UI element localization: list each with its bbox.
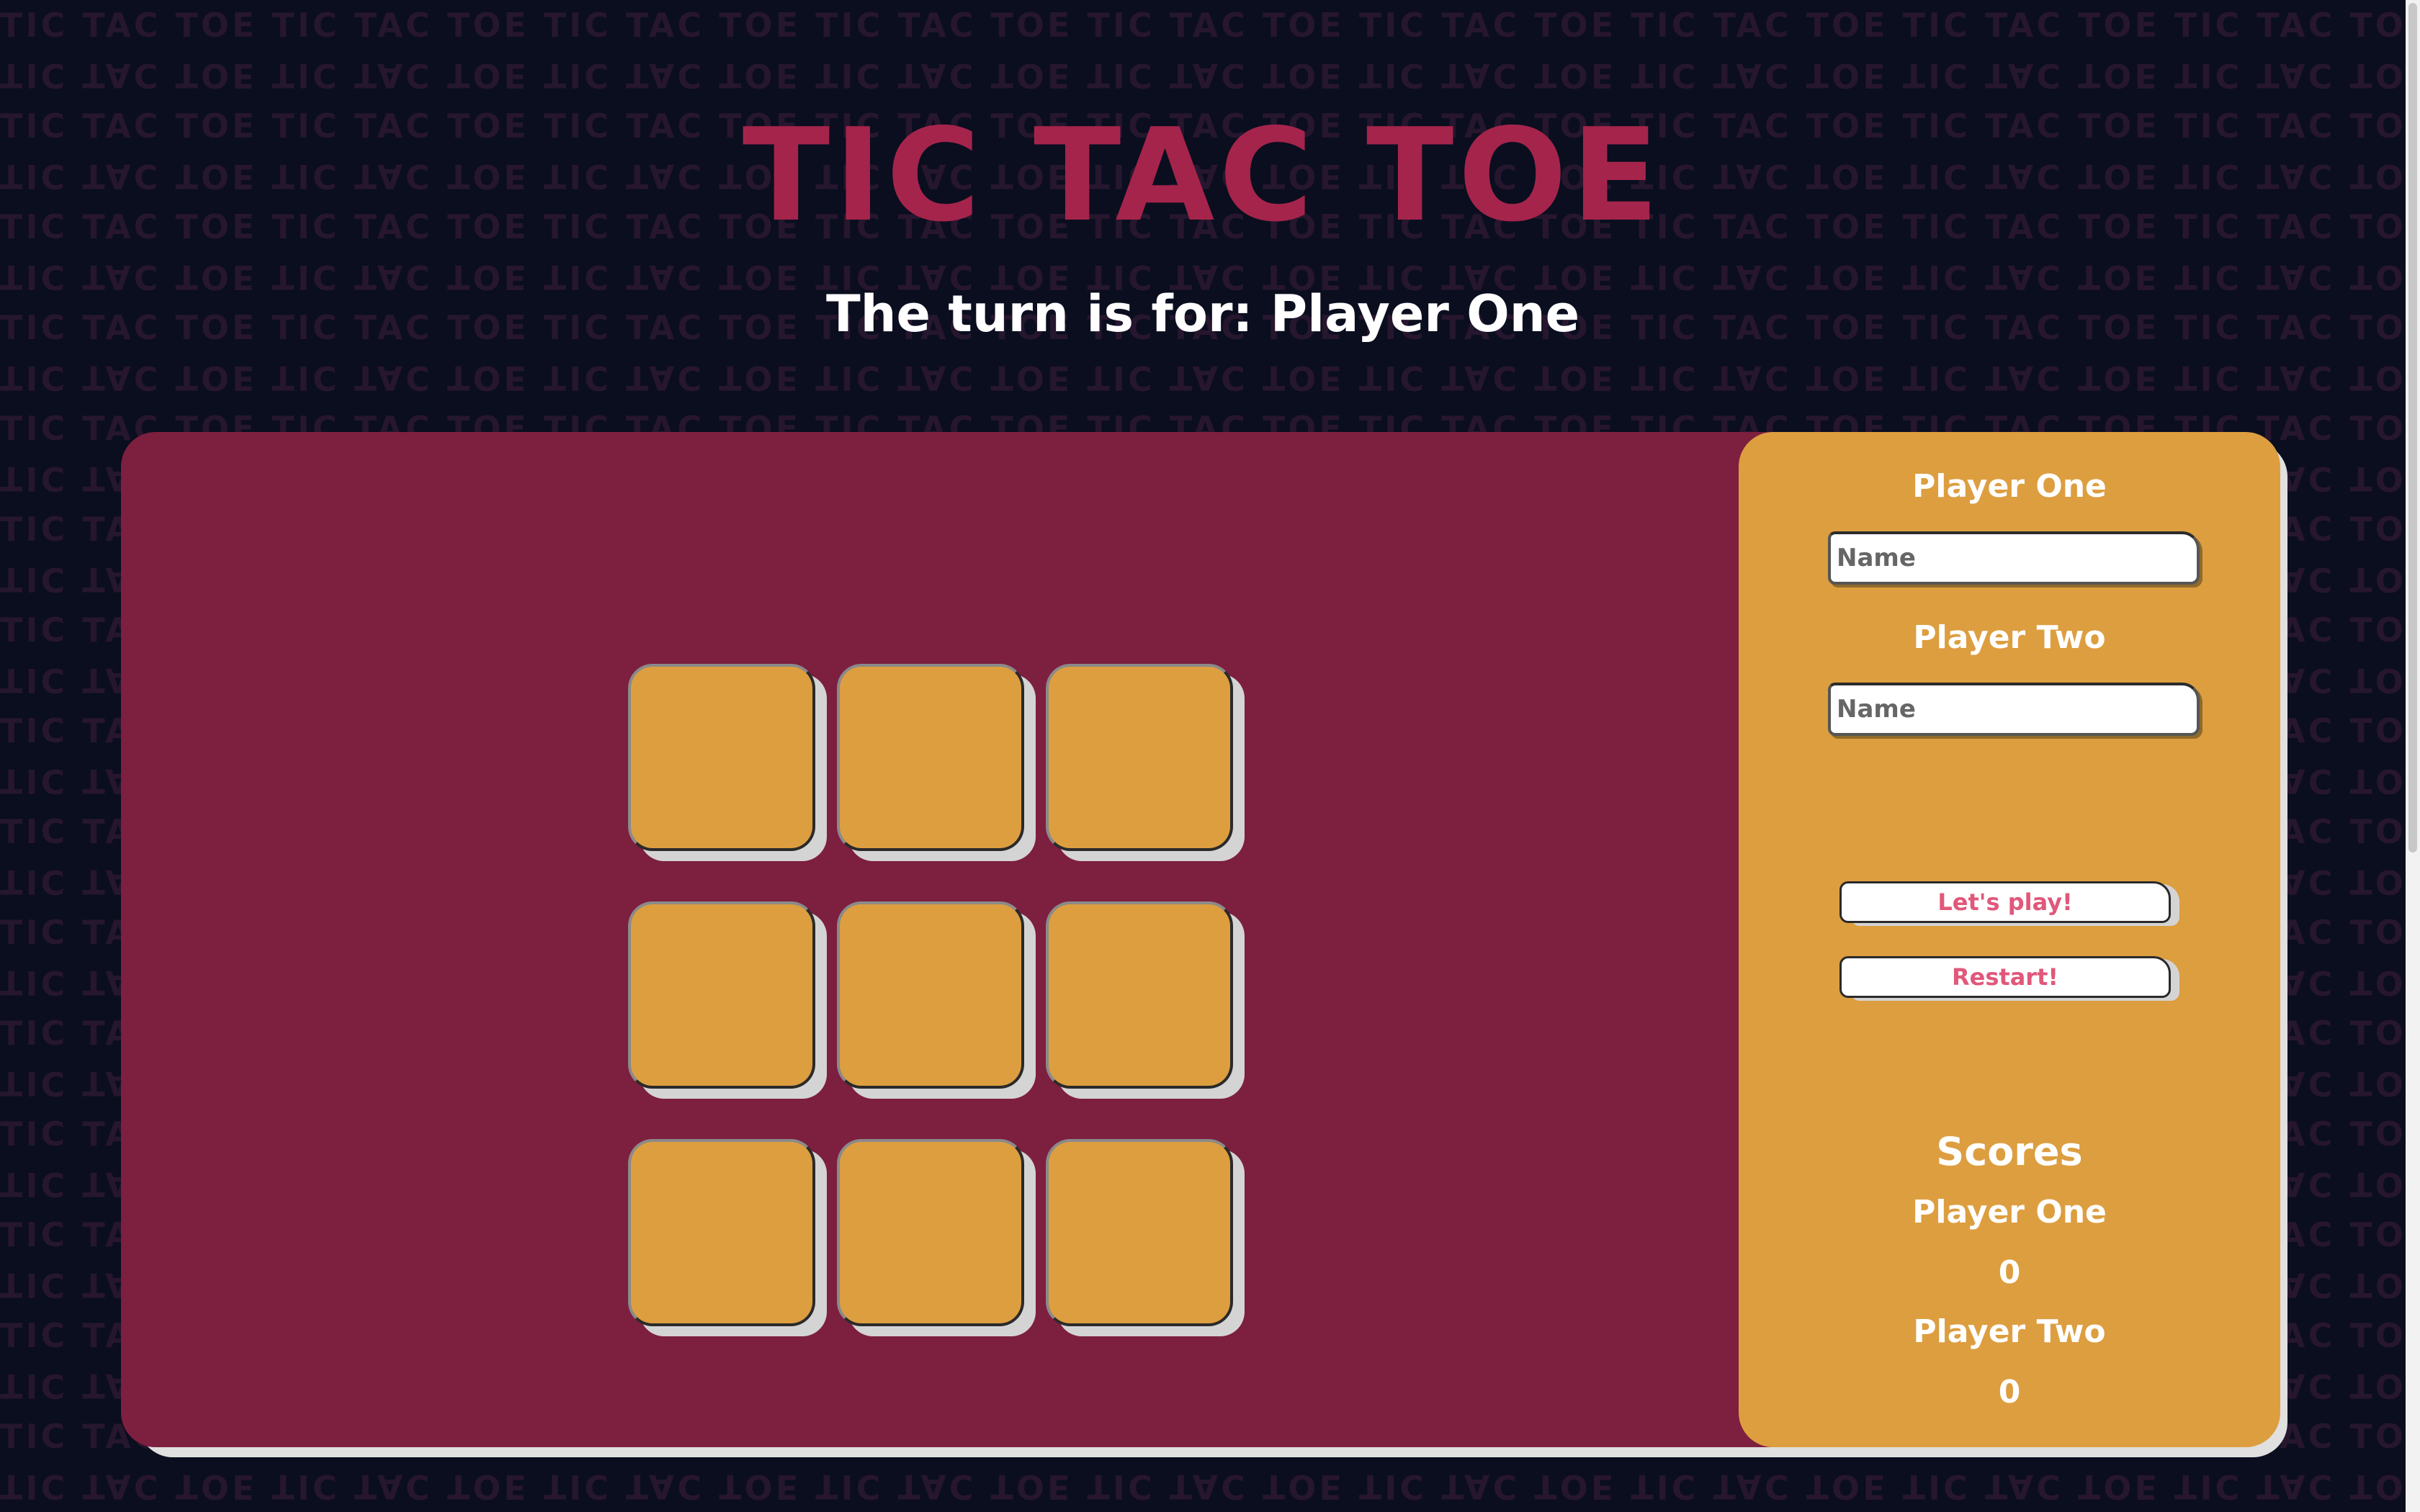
sidebar-panel: Player One Player Two Let's play! Restar… bbox=[1739, 432, 2280, 1447]
page-title: TIC TAC TOE bbox=[742, 101, 1664, 250]
board-cell-7[interactable] bbox=[628, 1139, 815, 1326]
scrollbar-thumb[interactable] bbox=[2408, 3, 2417, 852]
score-player-one-label: Player One bbox=[1912, 1194, 2107, 1230]
score-player-two-label: Player Two bbox=[1913, 1313, 2106, 1350]
background-pattern-row: TIC TAC TOE TIC TAC TOE TIC TAC TOE TIC … bbox=[0, 6, 2406, 45]
player-one-name-input[interactable] bbox=[1828, 531, 2200, 585]
board-cell-8[interactable] bbox=[837, 1139, 1024, 1326]
board-cell-5[interactable] bbox=[837, 901, 1024, 1089]
player-two-name-input[interactable] bbox=[1828, 683, 2200, 736]
board-cell-1[interactable] bbox=[628, 664, 815, 851]
score-player-two-value: 0 bbox=[1998, 1374, 2021, 1410]
score-player-one-value: 0 bbox=[1998, 1254, 2021, 1291]
turn-indicator: The turn is for: Player One bbox=[825, 284, 1580, 343]
restart-button[interactable]: Restart! bbox=[1839, 956, 2171, 998]
board-cell-2[interactable] bbox=[837, 664, 1024, 851]
player-one-label: Player One bbox=[1912, 468, 2107, 505]
board-cell-6[interactable] bbox=[1046, 901, 1233, 1089]
board-cell-3[interactable] bbox=[1046, 664, 1233, 851]
page-scrollbar[interactable] bbox=[2406, 0, 2420, 1512]
background-pattern-row: TIC TAC TOE TIC TAC TOE TIC TAC TOE TIC … bbox=[0, 1467, 2406, 1506]
board-cell-4[interactable] bbox=[628, 901, 815, 1089]
board-cell-9[interactable] bbox=[1046, 1139, 1233, 1326]
background-pattern-row: TIC TAC TOE TIC TAC TOE TIC TAC TOE TIC … bbox=[0, 56, 2406, 95]
player-two-label: Player Two bbox=[1913, 619, 2106, 656]
background-pattern-row: TIC TAC TOE TIC TAC TOE TIC TAC TOE TIC … bbox=[0, 359, 2406, 397]
lets-play-button[interactable]: Let's play! bbox=[1839, 881, 2171, 923]
scores-heading: Scores bbox=[1936, 1129, 2083, 1174]
